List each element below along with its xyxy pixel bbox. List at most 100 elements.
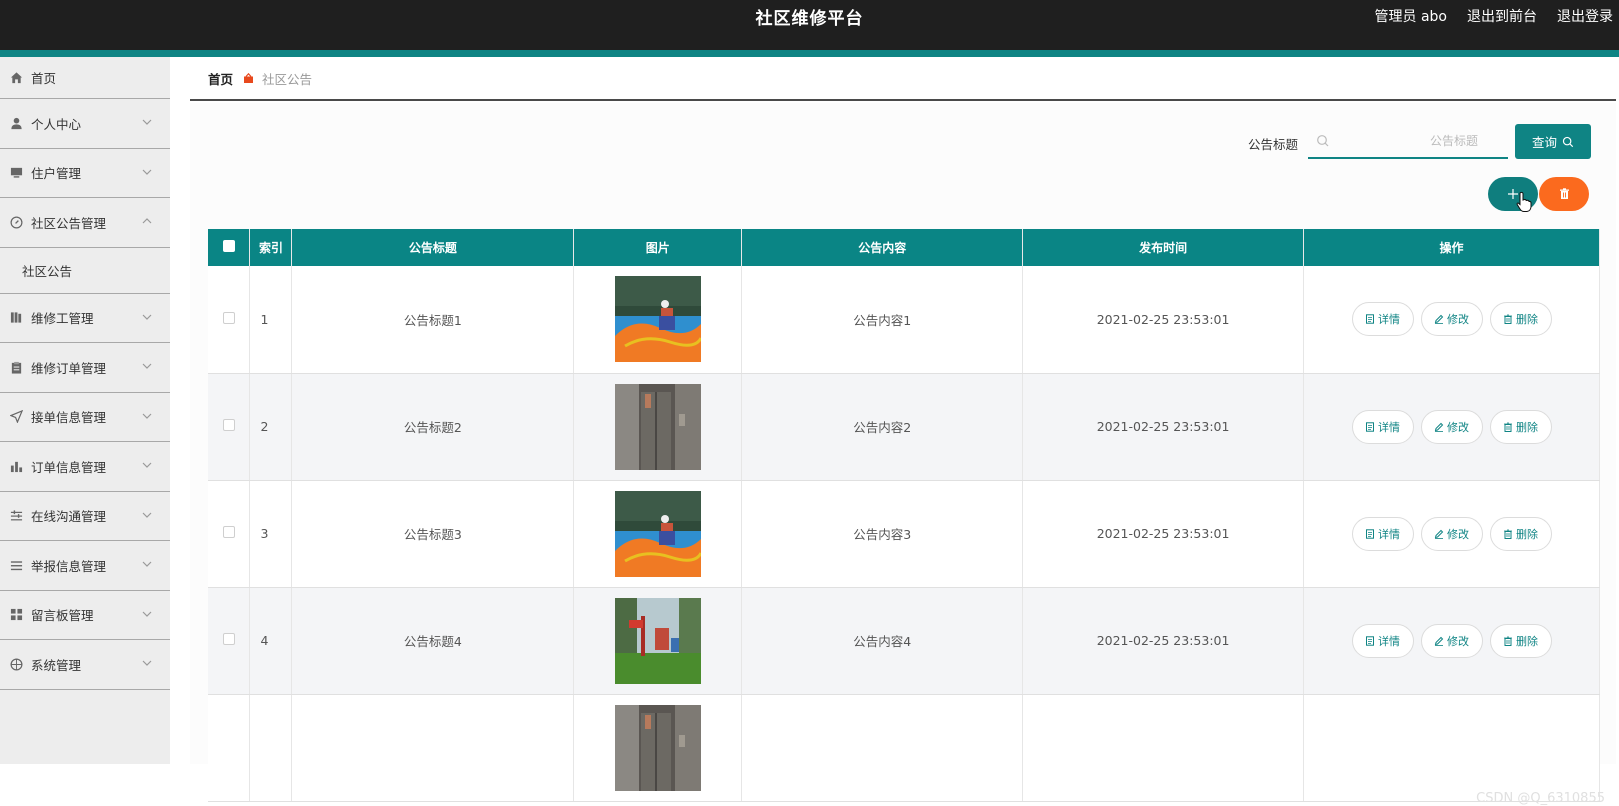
row-actions: 详情 修改 删除 xyxy=(1303,373,1600,481)
row-index: 3 xyxy=(249,480,293,588)
edit-button[interactable]: 修改 xyxy=(1420,623,1483,658)
compass-icon xyxy=(9,215,23,229)
sidebar-item-label: 留言板管理 xyxy=(31,608,94,624)
batch-delete-button[interactable] xyxy=(1539,177,1589,211)
bar-chart-icon xyxy=(9,459,23,473)
edit-button-label: 修改 xyxy=(1447,527,1469,541)
chevron-down-icon xyxy=(142,611,152,617)
table-row: 3 公告标题3 公告内容3 2021-02-25 23:53:01 详情 修改 删除 xyxy=(208,480,1600,588)
front-link[interactable]: 退出到前台 xyxy=(1467,6,1537,26)
top-links: 管理员 abo 退出到前台 退出登录 xyxy=(1375,6,1613,26)
select-all-checkbox[interactable] xyxy=(222,240,235,252)
logout-link[interactable]: 退出登录 xyxy=(1557,6,1613,26)
chevron-down-icon xyxy=(142,363,152,369)
edit-button[interactable]: 修改 xyxy=(1420,409,1483,444)
edit-icon xyxy=(1434,422,1444,432)
chevron-down-icon xyxy=(142,512,152,518)
chevron-up-icon xyxy=(142,218,152,224)
sidebar-item-online-chat[interactable]: 在线沟通管理 xyxy=(0,492,170,541)
sidebar-item-label: 个人中心 xyxy=(31,116,82,132)
top-accent-strip xyxy=(0,50,1619,57)
row-actions: 详情 修改 删除 xyxy=(1303,587,1600,695)
row-select-cell xyxy=(208,587,251,695)
query-button[interactable]: 查询 xyxy=(1515,124,1591,159)
row-select-cell xyxy=(208,373,251,481)
row-checkbox[interactable] xyxy=(222,419,235,431)
sidebar-item-workers[interactable]: 维修工管理 xyxy=(0,294,170,343)
basket-icon xyxy=(244,72,254,83)
thumbnail-image xyxy=(614,704,701,791)
sidebar-item-message-board[interactable]: 留言板管理 xyxy=(0,591,170,640)
table-row-partial xyxy=(208,694,1600,802)
row-actions: 详情 修改 删除 xyxy=(1303,266,1600,374)
row-title: 公告标题3 xyxy=(291,480,575,588)
sidebar-item-personal[interactable]: 个人中心 xyxy=(0,99,170,149)
row-checkbox[interactable] xyxy=(222,526,235,538)
grid-icon xyxy=(9,608,23,622)
search-icon xyxy=(1317,135,1329,147)
sidebar-item-label: 维修订单管理 xyxy=(31,360,107,376)
sidebar-item-repair-orders[interactable]: 维修订单管理 xyxy=(0,343,170,393)
delete-button[interactable]: 删除 xyxy=(1489,409,1552,444)
clipboard-icon xyxy=(9,360,23,374)
edit-button-label: 修改 xyxy=(1447,313,1469,327)
row-image xyxy=(573,480,743,588)
edit-button[interactable]: 修改 xyxy=(1420,516,1483,551)
row-actions: 详情 修改 删除 xyxy=(1303,480,1600,588)
sidebar-item-label: 社区公告管理 xyxy=(31,215,107,231)
main-content: 首页 社区公告 公告标题 查询 索引 公告标题 图片 公告内容 发布时间 操作 xyxy=(170,57,1619,806)
sidebar-item-residents[interactable]: 住户管理 xyxy=(0,149,170,198)
top-bar: 社区维修平台 管理员 abo 退出到前台 退出登录 xyxy=(0,0,1619,50)
col-title: 公告标题 xyxy=(291,229,575,266)
chevron-down-icon xyxy=(142,413,152,419)
sidebar-item-label: 系统管理 xyxy=(31,657,82,673)
row-image xyxy=(573,587,743,695)
thumbnail-image xyxy=(614,383,701,470)
detail-button-label: 详情 xyxy=(1378,313,1400,327)
row-index: 2 xyxy=(249,373,293,481)
chevron-down-icon xyxy=(142,561,152,567)
detail-button[interactable]: 详情 xyxy=(1351,516,1414,551)
detail-button[interactable]: 详情 xyxy=(1351,409,1414,444)
detail-button[interactable]: 详情 xyxy=(1351,302,1414,337)
sidebar-item-label: 首页 xyxy=(31,71,57,86)
sidebar-subitem-announcement[interactable]: 社区公告 xyxy=(0,248,170,294)
trash-icon xyxy=(1504,422,1512,432)
row-checkbox[interactable] xyxy=(222,633,235,645)
thumbnail-image xyxy=(614,490,701,577)
announcement-table: 索引 公告标题 图片 公告内容 发布时间 操作 1 公告标题1 公告内容1 2021-… xyxy=(208,229,1600,802)
row-select-cell xyxy=(208,480,251,588)
delete-button[interactable]: 删除 xyxy=(1489,302,1552,337)
row-checkbox[interactable] xyxy=(222,311,235,324)
query-button-label: 查询 xyxy=(1531,135,1557,150)
sliders-icon xyxy=(9,509,23,523)
sidebar-item-reports[interactable]: 举报信息管理 xyxy=(0,541,170,591)
thumbnail-image xyxy=(614,597,701,684)
table-row: 4 公告标题4 公告内容4 2021-02-25 23:53:01 详情 修改 删除 xyxy=(208,587,1600,695)
row-image xyxy=(573,373,743,481)
monitor-icon xyxy=(9,166,23,180)
sidebar-item-label: 住户管理 xyxy=(31,166,82,182)
breadcrumb-home[interactable]: 首页 xyxy=(208,69,233,88)
edit-icon xyxy=(1434,636,1444,646)
detail-button[interactable]: 详情 xyxy=(1351,623,1414,658)
sidebar-item-home[interactable]: 首页 xyxy=(0,57,170,99)
edit-button[interactable]: 修改 xyxy=(1420,302,1483,337)
sidebar-item-accept-orders[interactable]: 接单信息管理 xyxy=(0,393,170,442)
search-input[interactable] xyxy=(1330,134,1500,148)
delete-button[interactable]: 删除 xyxy=(1489,516,1552,551)
col-index: 索引 xyxy=(249,229,293,266)
table-row: 1 公告标题1 公告内容1 2021-02-25 23:53:01 详情 修改 删除 xyxy=(208,266,1600,374)
edit-icon xyxy=(1434,529,1444,539)
sidebar-item-order-info[interactable]: 订单信息管理 xyxy=(0,442,170,492)
delete-button[interactable]: 删除 xyxy=(1489,623,1552,658)
table-row: 2 公告标题2 公告内容2 2021-02-25 23:53:01 详情 修改 删除 xyxy=(208,373,1600,481)
sidebar-item-announcements[interactable]: 社区公告管理 xyxy=(0,198,170,248)
row-time xyxy=(1022,694,1305,802)
trash-icon xyxy=(1559,188,1569,199)
row-content xyxy=(741,694,1024,802)
sidebar-item-label: 订单信息管理 xyxy=(31,459,107,475)
row-time: 2021-02-25 23:53:01 xyxy=(1022,587,1305,695)
chevron-down-icon xyxy=(142,660,152,666)
sidebar-item-system[interactable]: 系统管理 xyxy=(0,640,170,690)
